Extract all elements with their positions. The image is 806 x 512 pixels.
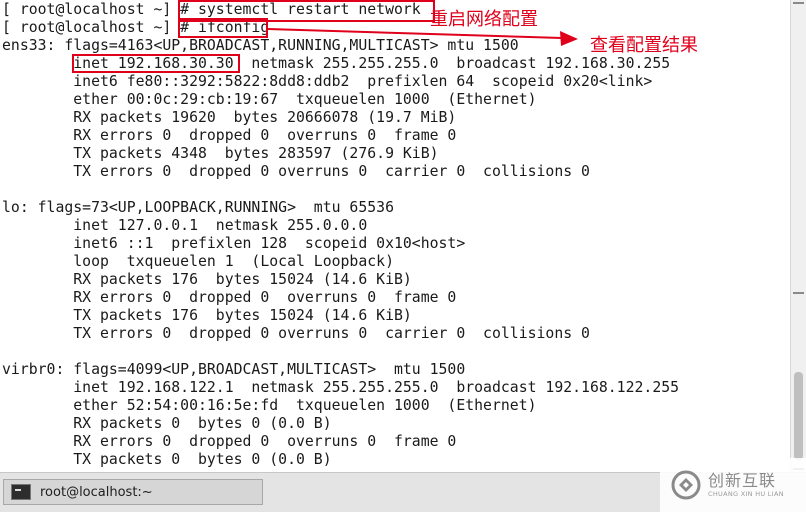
scrollbar-thumb[interactable] [794,372,803,460]
brand-name-cn: 创新互联 [708,471,777,490]
scroll-marker [793,292,804,294]
scroll-up-icon[interactable] [793,2,804,4]
terminal-scrollbar[interactable] [790,0,806,472]
brand-watermark: 创新互联 CHUANG XIN HU LIAN [660,458,806,512]
terminal-icon [11,484,31,500]
brand-logo-icon [671,470,701,500]
taskbar-window-button[interactable]: root@localhost:~ [3,479,263,505]
taskbar-window-label: root@localhost:~ [40,484,153,500]
terminal-window[interactable]: [ root@localhost ~] # systemctl restart … [0,0,790,472]
annotation-arrow-icon [267,28,578,46]
brand-name-en: CHUANG XIN HU LIAN [708,490,784,498]
